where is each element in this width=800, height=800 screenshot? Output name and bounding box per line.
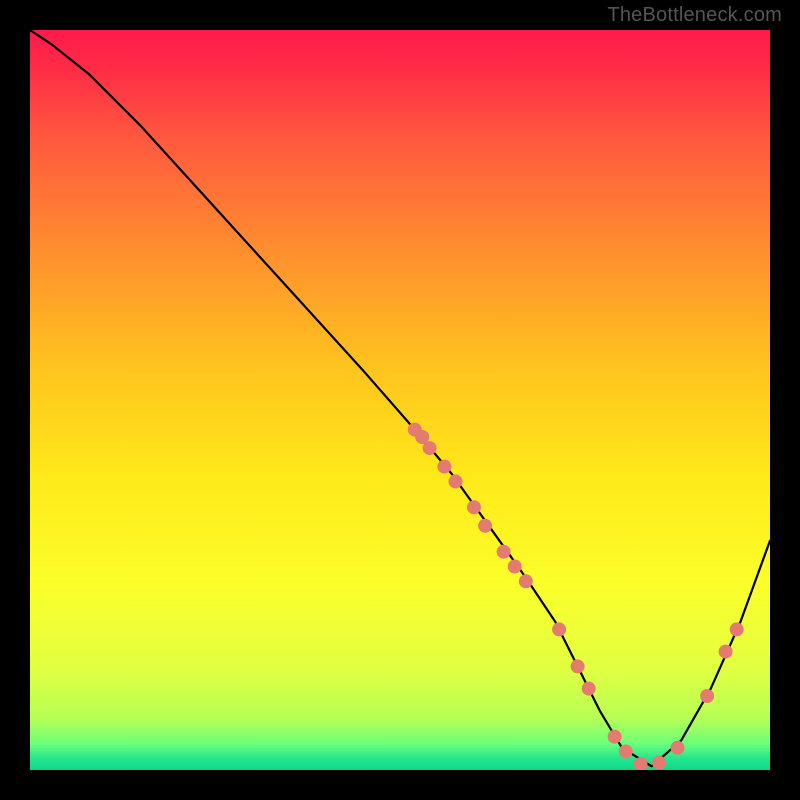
- data-dot: [619, 745, 633, 759]
- data-dot: [571, 659, 585, 673]
- data-dot: [467, 500, 481, 514]
- data-dot: [423, 441, 437, 455]
- data-dot: [652, 756, 666, 770]
- data-dot: [437, 460, 451, 474]
- data-dot: [730, 622, 744, 636]
- data-dot: [582, 682, 596, 696]
- data-dot: [519, 574, 533, 588]
- plot-area: [30, 30, 770, 770]
- data-dot: [497, 545, 511, 559]
- chart-container: TheBottleneck.com: [0, 0, 800, 800]
- data-dot: [552, 622, 566, 636]
- data-dot: [700, 689, 714, 703]
- data-dot: [508, 560, 522, 574]
- data-dot: [449, 474, 463, 488]
- data-dot: [719, 645, 733, 659]
- watermark-text: TheBottleneck.com: [607, 4, 782, 27]
- gradient-background: [30, 30, 770, 770]
- data-dot: [478, 519, 492, 533]
- data-dot: [671, 741, 685, 755]
- data-dot: [608, 730, 622, 744]
- chart-svg: [30, 30, 770, 770]
